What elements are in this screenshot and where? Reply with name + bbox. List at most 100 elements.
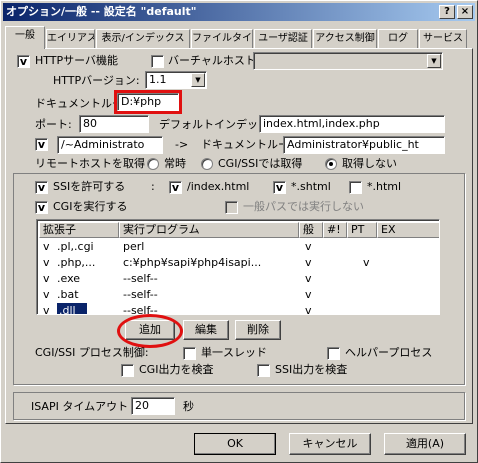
row-check: v bbox=[43, 272, 50, 285]
row-program: --self-- bbox=[123, 288, 158, 301]
row-extension: .exe bbox=[57, 272, 81, 285]
remote-always-radio[interactable] bbox=[147, 158, 159, 170]
close-button[interactable]: × bbox=[457, 5, 473, 19]
check-cgi-output-checkbox[interactable] bbox=[121, 364, 134, 377]
row-general: v bbox=[305, 256, 312, 269]
table-row[interactable]: v .dll --self-- v bbox=[39, 303, 421, 315]
ssi-allow-label: SSIを許可する bbox=[53, 180, 126, 193]
help-button[interactable]: ? bbox=[439, 5, 455, 19]
process-control-label: CGI/SSI プロセス制御: bbox=[35, 346, 149, 359]
table-row[interactable]: v .php,... c:¥php¥sapi¥php4isapi... v v bbox=[39, 255, 421, 271]
options-dialog: オプション/一般 -- 設定名 "default" ? × 一般 エイリアス 表… bbox=[0, 0, 478, 463]
tab-display-index[interactable]: 表示/インデックス bbox=[96, 29, 190, 48]
http-server-checkbox[interactable]: v bbox=[17, 55, 30, 68]
row-extension: .dll bbox=[57, 303, 87, 314]
column-ex[interactable]: EX bbox=[377, 222, 439, 238]
general-path-label: 一般パスでは実行しない bbox=[243, 200, 364, 213]
column-extension[interactable]: 拡張子 bbox=[39, 222, 119, 238]
alias-from-input[interactable]: /~Administrato bbox=[57, 136, 163, 154]
row-check: v bbox=[43, 256, 50, 269]
ok-button[interactable]: OK bbox=[194, 433, 276, 455]
ssi-html-label: *.html bbox=[367, 180, 402, 193]
remote-none-radio[interactable] bbox=[325, 158, 337, 170]
column-program[interactable]: 実行プログラム bbox=[119, 222, 299, 238]
delete-button[interactable]: 削除 bbox=[235, 320, 281, 340]
http-version-label: HTTPバージョン: bbox=[53, 74, 140, 87]
http-server-label: HTTPサーバ機能 bbox=[35, 54, 119, 67]
general-path-checkbox[interactable] bbox=[225, 201, 238, 214]
isapi-timeout-input[interactable]: 20 bbox=[131, 397, 175, 415]
tab-access-control[interactable]: アクセス制御 bbox=[313, 29, 377, 48]
virtual-host-checkbox[interactable] bbox=[151, 55, 164, 68]
ssi-shtml-checkbox[interactable]: v bbox=[273, 181, 286, 194]
row-program: perl bbox=[123, 240, 145, 253]
row-extension: .php,... bbox=[57, 256, 96, 269]
remote-host-label: リモートホストを取得 bbox=[35, 157, 145, 170]
edit-button[interactable]: 編集 bbox=[183, 320, 229, 340]
chevron-down-icon: ▼ bbox=[427, 54, 441, 68]
window-title: オプション/一般 -- 設定名 "default" bbox=[6, 5, 197, 18]
table-row[interactable]: v .pl,.cgi perl v bbox=[39, 239, 421, 255]
row-check: v bbox=[43, 240, 50, 253]
virtual-host-label: バーチャルホスト bbox=[168, 54, 256, 67]
tab-file-type[interactable]: ファイルタイプ bbox=[191, 29, 253, 48]
column-pt[interactable]: PT bbox=[347, 222, 377, 238]
tab-service[interactable]: サービス bbox=[419, 29, 467, 48]
row-check: v bbox=[43, 304, 50, 315]
row-general: v bbox=[305, 288, 312, 301]
port-input[interactable]: 80 bbox=[79, 115, 149, 133]
cgi-exec-label: CGIを実行する bbox=[53, 200, 128, 213]
single-thread-checkbox[interactable] bbox=[183, 347, 196, 360]
row-pt: v bbox=[363, 256, 370, 269]
remote-none-label: 取得しない bbox=[342, 157, 397, 170]
isapi-timeout-label: ISAPI タイムアウト bbox=[31, 400, 129, 413]
ssi-index-html-label: /index.html bbox=[187, 180, 250, 193]
row-general: v bbox=[305, 304, 312, 315]
row-extension: .pl,.cgi bbox=[57, 240, 94, 253]
tab-user-auth[interactable]: ユーザ認証 bbox=[254, 29, 312, 48]
ssi-allow-checkbox[interactable]: v bbox=[35, 181, 48, 194]
port-label: ポート: bbox=[35, 118, 72, 131]
column-general[interactable]: 般 bbox=[299, 222, 323, 238]
ssi-html-checkbox[interactable] bbox=[349, 181, 362, 194]
remote-cgi-label: CGI/SSIでは取得 bbox=[218, 157, 303, 170]
helper-process-checkbox[interactable] bbox=[327, 347, 340, 360]
virtual-host-select[interactable]: ▼ bbox=[253, 52, 443, 70]
row-check: v bbox=[43, 288, 50, 301]
tab-alias[interactable]: エイリアス bbox=[46, 29, 95, 48]
table-row[interactable]: v .bat --self-- v bbox=[39, 287, 421, 303]
highlight-circle bbox=[117, 314, 183, 348]
ssi-index-html-checkbox[interactable]: v bbox=[169, 181, 182, 194]
isapi-timeout-unit: 秒 bbox=[183, 400, 194, 413]
tab-general[interactable]: 一般 bbox=[5, 26, 45, 49]
title-bar: オプション/一般 -- 設定名 "default" bbox=[3, 3, 475, 21]
row-general: v bbox=[305, 240, 312, 253]
ssi-shtml-label: *.shtml bbox=[291, 180, 331, 193]
check-ssi-output-checkbox[interactable] bbox=[257, 364, 270, 377]
cancel-button[interactable]: キャンセル bbox=[289, 433, 371, 455]
chevron-down-icon: ▼ bbox=[191, 73, 205, 87]
cgi-exec-checkbox[interactable]: v bbox=[35, 201, 48, 214]
table-row[interactable]: v .exe --self-- v bbox=[39, 271, 421, 287]
cgi-extension-list[interactable]: 拡張子 実行プログラム 般 #! PT EX v .pl,.cgi perl v… bbox=[36, 219, 440, 315]
user-dir-checkbox[interactable]: v bbox=[35, 138, 48, 151]
helper-process-label: ヘルパープロセス bbox=[345, 346, 433, 359]
check-cgi-output-label: CGI出力を検査 bbox=[139, 363, 214, 376]
remote-cgi-radio[interactable] bbox=[201, 158, 213, 170]
arrow-label: -> bbox=[175, 138, 189, 151]
tab-log[interactable]: ログ bbox=[378, 29, 418, 48]
single-thread-label: 単一スレッド bbox=[201, 346, 267, 359]
row-program: --self-- bbox=[123, 272, 158, 285]
check-ssi-output-label: SSI出力を検査 bbox=[275, 363, 348, 376]
highlight-box bbox=[114, 90, 182, 114]
default-index-input[interactable]: index.html,index.php bbox=[259, 115, 445, 133]
column-shebang[interactable]: #! bbox=[323, 222, 347, 238]
row-extension: .bat bbox=[57, 288, 79, 301]
apply-button[interactable]: 適用(A) bbox=[384, 433, 466, 455]
http-version-value: 1.1 bbox=[149, 73, 167, 86]
http-version-select[interactable]: 1.1 ▼ bbox=[145, 71, 207, 89]
alias-path-input[interactable]: Administrator¥public_ht bbox=[283, 136, 445, 154]
row-general: v bbox=[305, 272, 312, 285]
remote-always-label: 常時 bbox=[164, 157, 186, 170]
ssi-colon: : bbox=[151, 180, 155, 193]
